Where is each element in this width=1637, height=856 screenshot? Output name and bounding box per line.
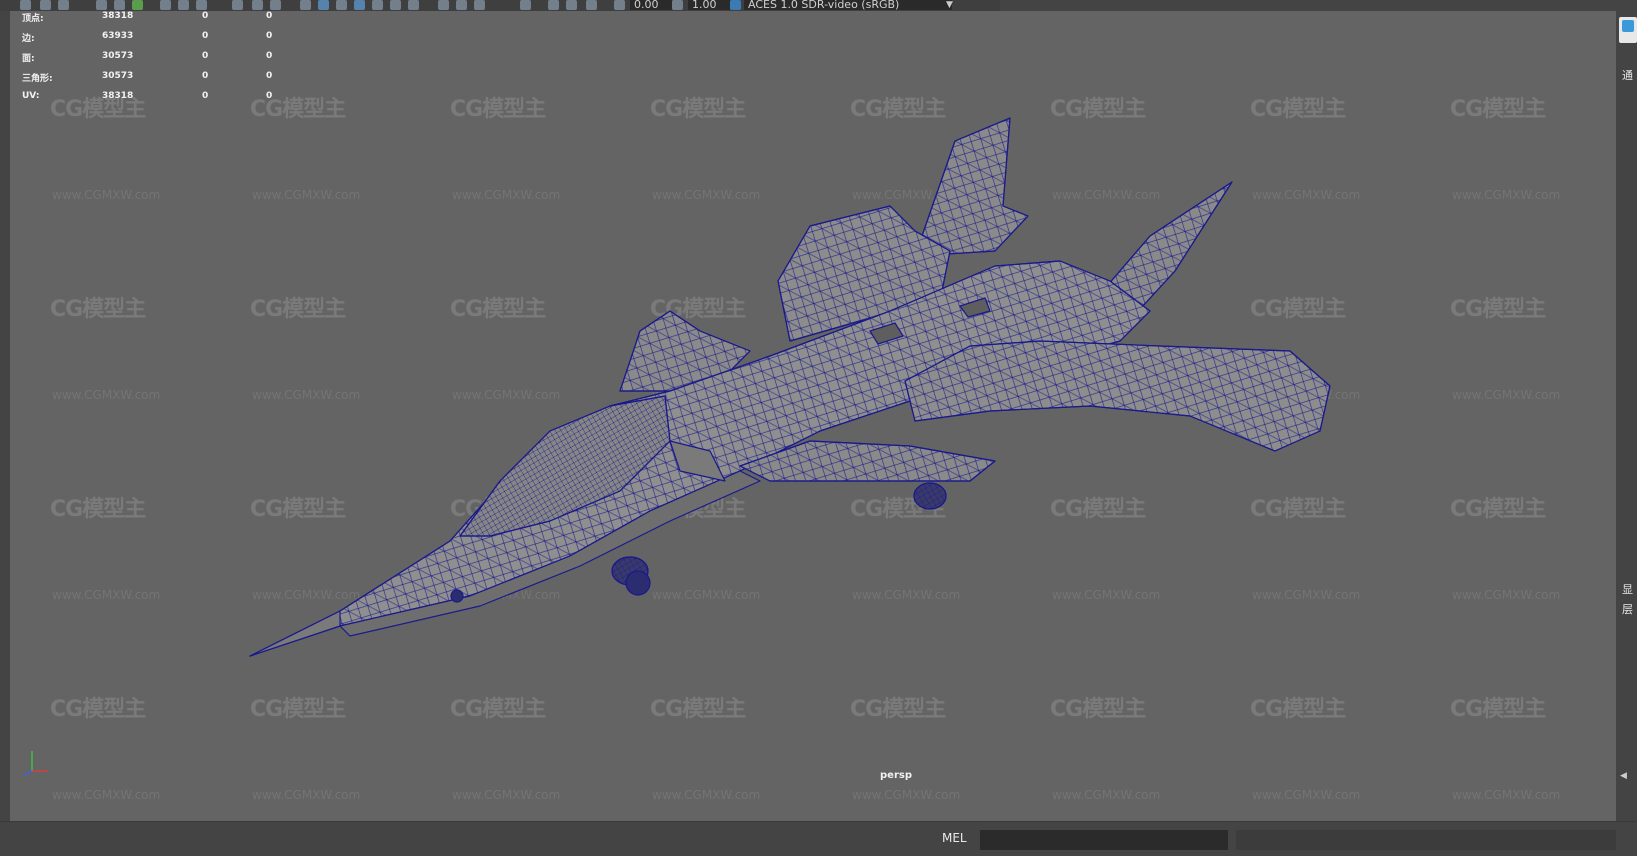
viewport-toolbar: 0.00 1.00 ACES 1.0 SDR-video (sRGB) ▼ (0, 0, 1000, 11)
smooth-shade-icon[interactable] (300, 0, 311, 10)
channel-box-strip: 通 显 层 ◀ (1616, 11, 1637, 821)
hud-value: 0 (202, 11, 209, 21)
backface-culling-icon[interactable] (586, 0, 597, 10)
select-camera-icon[interactable] (20, 0, 31, 10)
view-transform-icon[interactable] (730, 0, 741, 10)
hud-label: 面: (22, 54, 35, 64)
gamma-field[interactable]: 1.00 (688, 0, 730, 10)
textured-icon[interactable] (336, 0, 347, 10)
hud-row-edges: 边: 63933 0 0 (22, 31, 282, 51)
hud-label: UV: (22, 91, 40, 101)
hud-value: 30573 (102, 51, 134, 61)
jet-fighter-model[interactable] (10, 11, 1616, 821)
hud-value: 0 (202, 71, 209, 81)
wireframe-icon[interactable] (270, 0, 281, 10)
shadows-icon[interactable] (372, 0, 383, 10)
hud-value: 63933 (102, 31, 134, 41)
hud-label: 顶点: (22, 14, 44, 24)
resolution-gate-icon[interactable] (132, 0, 143, 10)
hud-value: 0 (202, 51, 209, 61)
hud-value: 0 (266, 31, 273, 41)
grease-pencil-icon[interactable] (96, 0, 107, 10)
hud-value: 0 (202, 91, 209, 101)
hud-value: 0 (266, 71, 273, 81)
lights-icon[interactable] (354, 0, 365, 10)
exposure-icon[interactable] (614, 0, 625, 10)
safe-action-icon[interactable] (232, 0, 243, 10)
xray-components-icon[interactable] (566, 0, 577, 10)
anti-aliasing-icon[interactable] (438, 0, 449, 10)
hud-row-triangles: 三角形: 30573 0 0 (22, 71, 282, 91)
panel-tab-label[interactable]: 显 (1622, 581, 1633, 597)
xyz-axis-icon (23, 751, 48, 776)
command-result-field (1236, 830, 1616, 850)
grid-icon[interactable] (160, 0, 171, 10)
hud-value: 30573 (102, 71, 134, 81)
film-gate-icon[interactable] (114, 0, 125, 10)
camera-attributes-icon[interactable] (40, 0, 51, 10)
scroll-arrow-icon[interactable]: ◀ (1620, 771, 1627, 781)
camera-name-label: persp (880, 770, 912, 781)
panel-tab-label[interactable]: 层 (1622, 601, 1633, 617)
color-space-dropdown[interactable]: ACES 1.0 SDR-video (sRGB) (744, 0, 952, 10)
hud-value: 38318 (102, 91, 134, 101)
depth-of-field-icon[interactable] (456, 0, 467, 10)
hud-value: 0 (266, 11, 273, 21)
hud-value: 0 (202, 31, 209, 41)
plane-geometry (249, 117, 1331, 657)
gamma-icon[interactable] (672, 0, 683, 10)
bookmark-icon[interactable] (58, 0, 69, 10)
hud-value: 0 (266, 51, 273, 61)
gate-mask-icon[interactable] (178, 0, 189, 10)
hud-value: 0 (266, 91, 273, 101)
hud-row-faces: 面: 30573 0 0 (22, 51, 282, 71)
poly-count-hud: 顶点: 38318 0 0 边: 63933 0 0 面: 30573 0 0 … (22, 11, 282, 111)
wireframe-on-shaded-icon[interactable] (318, 0, 329, 10)
script-language-toggle[interactable]: MEL (942, 831, 967, 845)
maya-logo-icon (1619, 17, 1637, 43)
xray-icon[interactable] (520, 0, 531, 10)
chevron-down-icon[interactable]: ▼ (946, 0, 953, 10)
panel-tab-label[interactable]: 通 (1622, 67, 1633, 83)
safe-title-icon[interactable] (252, 0, 263, 10)
xray-joints-icon[interactable] (548, 0, 559, 10)
command-input[interactable] (980, 830, 1228, 850)
field-chart-icon[interactable] (196, 0, 207, 10)
hud-row-uvs: UV: 38318 0 0 (22, 91, 282, 111)
ambient-occlusion-icon[interactable] (390, 0, 401, 10)
motion-blur-icon[interactable] (408, 0, 419, 10)
exposure-field[interactable]: 0.00 (630, 0, 672, 10)
hud-label: 边: (22, 34, 35, 44)
hud-label: 三角形: (22, 74, 53, 84)
hud-value: 38318 (102, 11, 134, 21)
isolate-select-icon[interactable] (474, 0, 485, 10)
perspective-viewport[interactable]: CG模型主 www.CGMXW.com CG模型主 www.CGMXW.com CG模型… (10, 11, 1616, 821)
hud-row-vertices: 顶点: 38318 0 0 (22, 11, 282, 31)
